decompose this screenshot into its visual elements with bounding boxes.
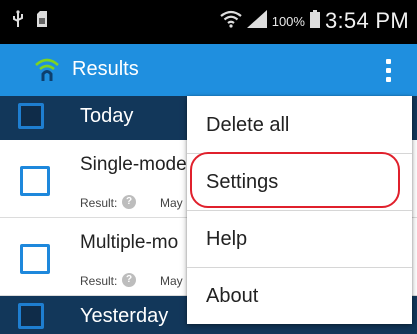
menu-item-label: Delete all: [206, 114, 290, 136]
clock: 3:54 PM: [324, 8, 409, 33]
menu-item-label: About: [206, 285, 259, 307]
overflow-menu: Delete all Settings Help About: [187, 96, 412, 324]
page-title: Results: [72, 58, 139, 80]
item-date: May: [160, 274, 183, 288]
question-icon: ?: [122, 273, 136, 287]
action-bar: [0, 44, 417, 96]
menu-item-help[interactable]: Help: [187, 210, 412, 267]
status-bar: 100% 3:54 PM: [0, 0, 417, 44]
battery-percent: 100%: [271, 13, 305, 29]
item-result-label: Result:: [80, 274, 118, 288]
item-date: May: [160, 196, 183, 210]
question-icon: ?: [122, 195, 136, 209]
menu-item-label: Help: [206, 228, 248, 250]
app-wifi-icon: [34, 56, 60, 87]
battery-icon: [309, 9, 320, 33]
item-title: Single-mode: [80, 154, 187, 175]
usb-icon: [12, 10, 24, 33]
menu-item-about[interactable]: About: [187, 267, 412, 324]
menu-item-delete-all[interactable]: Delete all: [187, 96, 412, 153]
section-label: Today: [80, 105, 134, 127]
wifi-icon: [220, 10, 242, 33]
signal-icon: [246, 9, 267, 33]
section-checkbox[interactable]: [18, 103, 44, 129]
item-checkbox[interactable]: [20, 166, 50, 196]
overflow-menu-icon[interactable]: [376, 50, 400, 90]
sd-card-icon: [36, 11, 48, 32]
item-result-label: Result:: [80, 196, 118, 210]
section-checkbox[interactable]: [18, 303, 44, 329]
settings-highlight: [190, 152, 400, 208]
section-label: Yesterday: [80, 305, 169, 327]
item-checkbox[interactable]: [20, 244, 50, 274]
item-title: Multiple-mo: [80, 232, 179, 253]
